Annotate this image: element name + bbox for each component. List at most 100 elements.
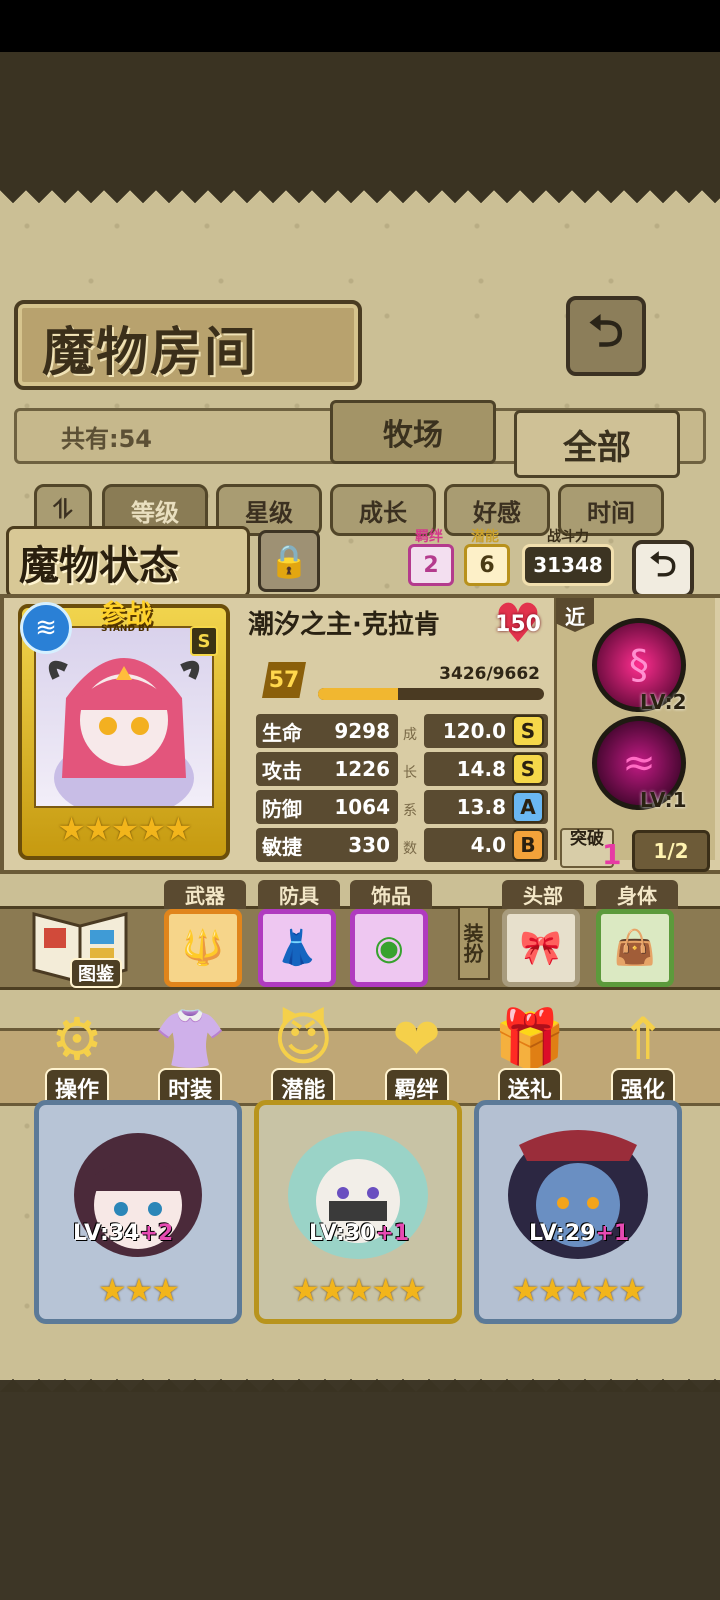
return-arrow-icon: ⮌	[649, 544, 677, 585]
devil-silhouette-icon: 😈	[273, 1005, 334, 1073]
action-button-0[interactable]: ⚙ 操作	[30, 1004, 124, 1108]
growth-row: 4.0 B	[424, 828, 548, 862]
monster-card[interactable]: LV:29+1 ★★★★★	[474, 1100, 682, 1324]
game-screen: 魔物房间 ⮌ 共有:54 牧场 全部 ⥮ 等级 星级 成长 好感 时间 魔物状态…	[0, 0, 720, 1600]
star-icon: ★	[511, 1271, 540, 1309]
equip-weapon-slot: 🔱	[164, 909, 242, 987]
growth-row: 120.0 S	[424, 714, 548, 748]
stat-name: 防御	[262, 796, 302, 821]
costume-head[interactable]: 头部 🎀	[502, 880, 584, 987]
stat-row: 生命 9298	[256, 714, 398, 748]
growth-grade-badge: S	[512, 753, 544, 785]
growth-vertical-char: 成	[403, 727, 417, 743]
costume-body-label: 身体	[596, 880, 678, 909]
costume-head-slot: 🎀	[502, 909, 580, 987]
action-button-5[interactable]: ⇑ 强化	[596, 1004, 690, 1108]
wave-skill-icon: ≈	[622, 740, 656, 786]
star-icon: ★	[591, 1271, 620, 1309]
power-label: 战斗力	[547, 529, 589, 545]
affection-heart: ♥ 150	[490, 597, 546, 651]
action-button-3[interactable]: ❤ 羁绊	[370, 1004, 464, 1108]
growth-list: 120.0 S 14.8 S 13.8 A 4.0 B	[424, 714, 548, 866]
hearts-icon: ❤	[392, 1005, 441, 1073]
card-star-rating: ★★★★★	[259, 1271, 457, 1309]
card-level: LV:30+1	[309, 1221, 409, 1246]
equip-accessory-label: 饰品	[350, 880, 432, 909]
page-title: 魔物房间	[42, 322, 259, 383]
equip-weapon[interactable]: 武器 🔱	[164, 880, 246, 987]
lock-button[interactable]: 🔒	[258, 530, 320, 592]
card-level: LV:29+1	[529, 1221, 629, 1246]
stat-row: 攻击 1226	[256, 752, 398, 786]
monster-card[interactable]: LV:30+1 ★★★★★	[254, 1100, 462, 1324]
portrait-image	[34, 626, 214, 818]
equip-armor[interactable]: 防具 👗	[258, 880, 340, 987]
status-title: 魔物状态	[19, 542, 179, 589]
growth-value: 4.0	[470, 833, 506, 857]
action-button-4[interactable]: 🎁 送礼	[483, 1004, 577, 1108]
equip-accessory[interactable]: 饰品 ◉	[350, 880, 432, 987]
growth-value: 120.0	[442, 719, 506, 743]
equip-armor-label: 防具	[258, 880, 340, 909]
action-buttons: ⚙ 操作 👚 时装 😈 潜能 ❤ 羁绊 🎁 送礼 ⇑ 强化	[30, 1004, 690, 1114]
skill-1-level: LV:2	[640, 690, 687, 714]
exp-bar	[318, 688, 544, 700]
growth-coefficient-label: 成 长 系 数	[402, 716, 418, 868]
status-title-plate: 魔物状态	[6, 526, 250, 598]
status-back-button[interactable]: ⮌	[632, 540, 694, 598]
breakthrough-progress: 1/2	[632, 830, 710, 872]
portrait-card[interactable]: ≋ 参战 STAND BY S ★★★★★	[18, 600, 230, 860]
title-plate: 魔物房间	[14, 300, 362, 390]
gift-icon: 🎁	[493, 1004, 566, 1073]
star-icon: ★	[398, 1271, 427, 1309]
codex-button[interactable]: 图鉴	[26, 900, 134, 988]
horn-headband-icon: 🎀	[519, 928, 563, 968]
tab-ranch[interactable]: 牧场	[330, 400, 496, 464]
level-badge: 57	[262, 662, 306, 698]
stats-list: 生命 9298 攻击 1226 防御 1064 敏捷 330	[256, 714, 398, 866]
stat-name: 敏捷	[262, 834, 302, 859]
stat-name: 攻击	[262, 758, 302, 783]
return-arrow-icon: ⮌	[588, 305, 624, 357]
tentacle-skill-icon: §	[629, 642, 649, 688]
equip-armor-slot: 👗	[258, 909, 336, 987]
stat-value: 1226	[334, 757, 390, 781]
card-star-rating: ★★★★★	[479, 1271, 677, 1309]
codex-label: 图鉴	[70, 958, 122, 988]
card-level-bonus: +1	[595, 1221, 630, 1246]
monster-card[interactable]: LV:34+2 ★★★	[34, 1100, 242, 1324]
monster-name: 潮汐之主·克拉肯	[248, 610, 440, 640]
action-button-1[interactable]: 👚 时装	[143, 1004, 237, 1108]
standby-badge-sub: STAND BY	[101, 624, 151, 634]
growth-row: 13.8 A	[424, 790, 548, 824]
card-level: LV:34+2	[73, 1221, 173, 1246]
card-level-bonus: +2	[139, 1221, 174, 1246]
growth-vertical-char: 数	[403, 841, 417, 857]
monster-card-row: LV:34+2 ★★★ LV:30+1 ★★★★★ LV:29+1 ★★★★★	[16, 1100, 704, 1330]
costume-head-label: 头部	[502, 880, 584, 909]
costume-body[interactable]: 身体 👜	[596, 880, 678, 987]
rank-grade-badge: S	[190, 626, 218, 656]
star-icon: ★	[83, 810, 113, 848]
growth-grade-badge: S	[512, 715, 544, 747]
costume-body-slot: 👜	[596, 909, 674, 987]
eye-amulet-icon: ◉	[374, 928, 404, 968]
star-icon: ★	[537, 1271, 567, 1309]
tab-all[interactable]: 全部	[514, 410, 680, 478]
star-icon: ★	[344, 1271, 374, 1309]
card-level-text: LV:30	[309, 1221, 376, 1246]
growth-vertical-char: 长	[403, 765, 417, 781]
handbag-icon: 👜	[613, 928, 657, 968]
growth-vertical-char: 系	[403, 803, 417, 819]
stat-row: 防御 1064	[256, 790, 398, 824]
affection-value: 150	[495, 611, 541, 637]
stat-value: 9298	[334, 719, 390, 743]
action-button-2[interactable]: 😈 潜能	[256, 1004, 350, 1108]
equip-accessory-slot: ◉	[350, 909, 428, 987]
power-value: 31348	[522, 544, 614, 586]
costume-label: 装扮	[458, 906, 490, 980]
header-back-button[interactable]: ⮌	[566, 296, 646, 376]
water-element-icon: ≋	[20, 602, 72, 654]
top-zigzag-border	[0, 190, 720, 216]
exp-text: 3426/9662	[439, 664, 540, 684]
